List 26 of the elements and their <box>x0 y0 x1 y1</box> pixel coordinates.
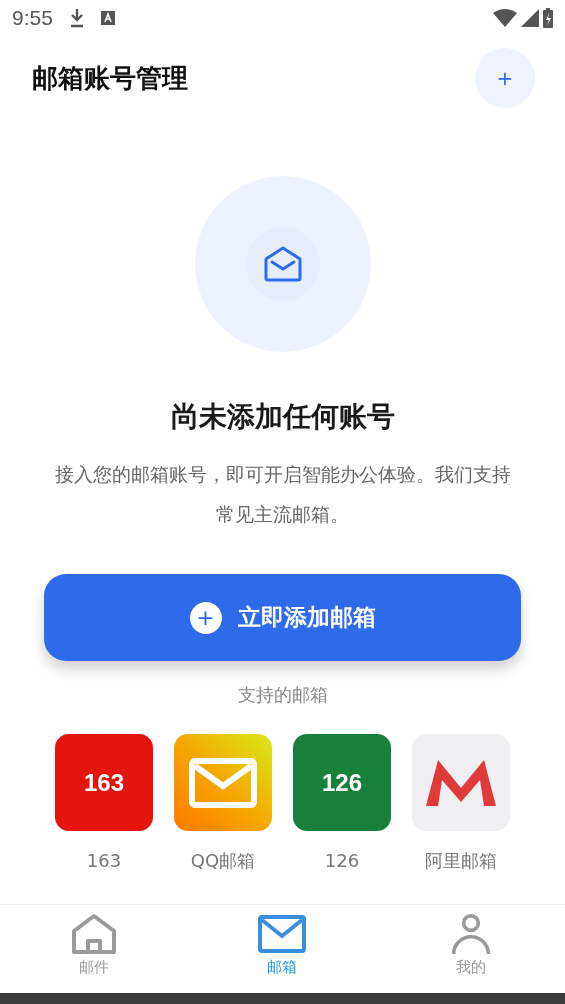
page-title: 邮箱账号管理 <box>32 61 188 95</box>
provider-logo[interactable]: 126 <box>293 734 391 831</box>
signal-icon <box>521 9 539 27</box>
mail-icon <box>258 913 307 955</box>
clock-time: 9:55 <box>12 5 53 32</box>
wifi-icon <box>493 9 517 27</box>
provider-name: 阿里邮箱 <box>425 849 497 873</box>
battery-icon <box>543 8 553 28</box>
section-label: 支持的邮箱 <box>237 683 328 707</box>
open-envelope-icon <box>262 246 303 282</box>
provider-name: QQ邮箱 <box>190 849 256 873</box>
provider-logo[interactable] <box>412 734 510 831</box>
provider-logo[interactable] <box>174 734 272 831</box>
provider-name: 126 <box>324 849 360 873</box>
keyboard-icon <box>100 11 115 25</box>
nav-tab[interactable]: 邮箱 <box>222 913 343 975</box>
nav-tab[interactable]: 我的 <box>410 913 531 975</box>
home-icon <box>71 913 118 955</box>
nav-tab[interactable]: 邮件 <box>34 913 155 975</box>
provider-name: 163 <box>86 849 122 873</box>
provider-logo[interactable]: 163 <box>55 734 153 831</box>
download-icon <box>68 8 85 28</box>
empty-state-description: 接入您的邮箱账号，即可开启智能办公体验。我们支持常见主流邮箱。 <box>53 462 512 527</box>
empty-state-title: 尚未添加任何账号 <box>170 399 395 435</box>
add-button[interactable]: + <box>475 48 535 108</box>
add-mailbox-button[interactable]: + 立即添加邮箱 <box>44 574 521 661</box>
